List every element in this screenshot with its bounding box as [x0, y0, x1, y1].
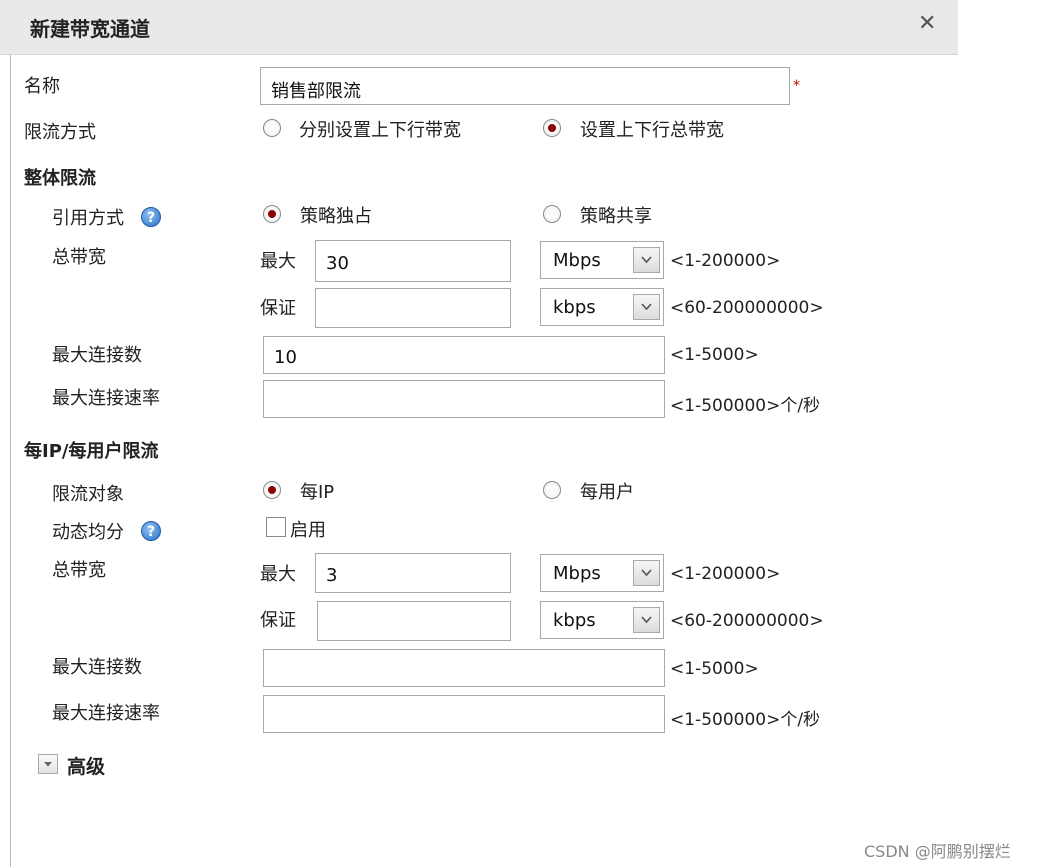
per-ip-max-unit-value: Mbps: [553, 563, 601, 584]
overall-max-conn-input[interactable]: 10: [263, 336, 665, 374]
reference-mode-label: 引用方式: [52, 208, 124, 229]
overall-max-unit-value: Mbps: [553, 250, 601, 271]
name-label: 名称: [24, 76, 60, 97]
dialog-title: 新建带宽通道: [30, 17, 150, 41]
required-mark: *: [793, 78, 800, 94]
radio-per-ip-label: 每IP: [300, 482, 335, 503]
section-overall-title: 整体限流: [24, 168, 96, 189]
per-ip-max-hint: <1-200000>: [670, 564, 781, 584]
overall-max-bandwidth-input[interactable]: 30: [315, 240, 511, 282]
per-ip-guarantee-unit-value: kbps: [553, 610, 596, 631]
per-ip-guarantee-label: 保证: [260, 610, 296, 631]
radio-total-up-down-label: 设置上下行总带宽: [580, 120, 724, 141]
per-ip-max-conn-hint: <1-5000>: [670, 659, 759, 679]
dynamic-split-label: 动态均分: [52, 522, 124, 543]
per-ip-max-label: 最大: [260, 564, 296, 585]
overall-max-conn-rate-input[interactable]: [263, 380, 665, 418]
per-ip-bandwidth-label: 总带宽: [52, 560, 106, 581]
radio-per-user-label: 每用户: [580, 482, 634, 503]
watermark-text: CSDN @阿鹏别摆烂: [864, 842, 1011, 861]
overall-guarantee-bandwidth-input[interactable]: [315, 288, 511, 328]
expand-toggle-icon[interactable]: [38, 754, 58, 774]
overall-max-conn-rate-hint: <1-500000>个/秒: [670, 396, 821, 416]
per-ip-max-conn-input[interactable]: [263, 649, 665, 687]
radio-policy-shared[interactable]: [543, 205, 561, 223]
limit-mode-label: 限流方式: [24, 122, 96, 143]
per-ip-max-conn-rate-label: 最大连接速率: [52, 703, 160, 724]
chevron-down-icon[interactable]: [633, 294, 660, 320]
limit-target-label: 限流对象: [52, 484, 124, 505]
radio-per-ip[interactable]: [263, 481, 281, 499]
per-ip-max-bandwidth-input[interactable]: 3: [315, 553, 511, 593]
radio-total-up-down[interactable]: [543, 119, 561, 137]
help-icon[interactable]: ?: [141, 207, 161, 227]
per-ip-max-unit-select[interactable]: Mbps: [540, 554, 664, 592]
radio-separate-up-down[interactable]: [263, 119, 281, 137]
per-ip-guarantee-unit-select[interactable]: kbps: [540, 601, 664, 639]
per-ip-guarantee-bandwidth-input[interactable]: [317, 601, 511, 641]
radio-policy-exclusive[interactable]: [263, 205, 281, 223]
dialog-left-border: [10, 55, 11, 867]
radio-policy-exclusive-label: 策略独占: [300, 206, 372, 227]
overall-max-label: 最大: [260, 251, 296, 272]
overall-max-unit-select[interactable]: Mbps: [540, 241, 664, 279]
close-icon[interactable]: ✕: [918, 12, 936, 36]
help-icon[interactable]: ?: [141, 521, 161, 541]
enable-checkbox[interactable]: [266, 517, 286, 537]
radio-policy-shared-label: 策略共享: [580, 206, 652, 227]
overall-max-conn-rate-label: 最大连接速率: [52, 388, 160, 409]
per-ip-max-conn-rate-input[interactable]: [263, 695, 665, 733]
name-input[interactable]: 销售部限流: [260, 67, 790, 105]
overall-bandwidth-label: 总带宽: [52, 247, 106, 268]
per-ip-guarantee-hint: <60-200000000>: [670, 611, 824, 631]
section-per-ip-title: 每IP/每用户限流: [24, 441, 159, 462]
overall-guarantee-hint: <60-200000000>: [670, 298, 824, 318]
overall-max-conn-label: 最大连接数: [52, 345, 142, 366]
overall-guarantee-unit-value: kbps: [553, 297, 596, 318]
radio-separate-up-down-label: 分别设置上下行带宽: [299, 120, 461, 141]
chevron-down-icon[interactable]: [633, 560, 660, 586]
overall-max-conn-hint: <1-5000>: [670, 345, 759, 365]
overall-guarantee-unit-select[interactable]: kbps: [540, 288, 664, 326]
chevron-down-icon[interactable]: [633, 607, 660, 633]
enable-checkbox-label: 启用: [290, 520, 326, 541]
overall-guarantee-label: 保证: [260, 298, 296, 319]
per-ip-max-conn-rate-hint: <1-500000>个/秒: [670, 710, 821, 730]
advanced-label[interactable]: 高级: [67, 752, 105, 779]
chevron-down-icon[interactable]: [633, 247, 660, 273]
radio-per-user[interactable]: [543, 481, 561, 499]
overall-max-hint: <1-200000>: [670, 251, 781, 271]
per-ip-max-conn-label: 最大连接数: [52, 657, 142, 678]
